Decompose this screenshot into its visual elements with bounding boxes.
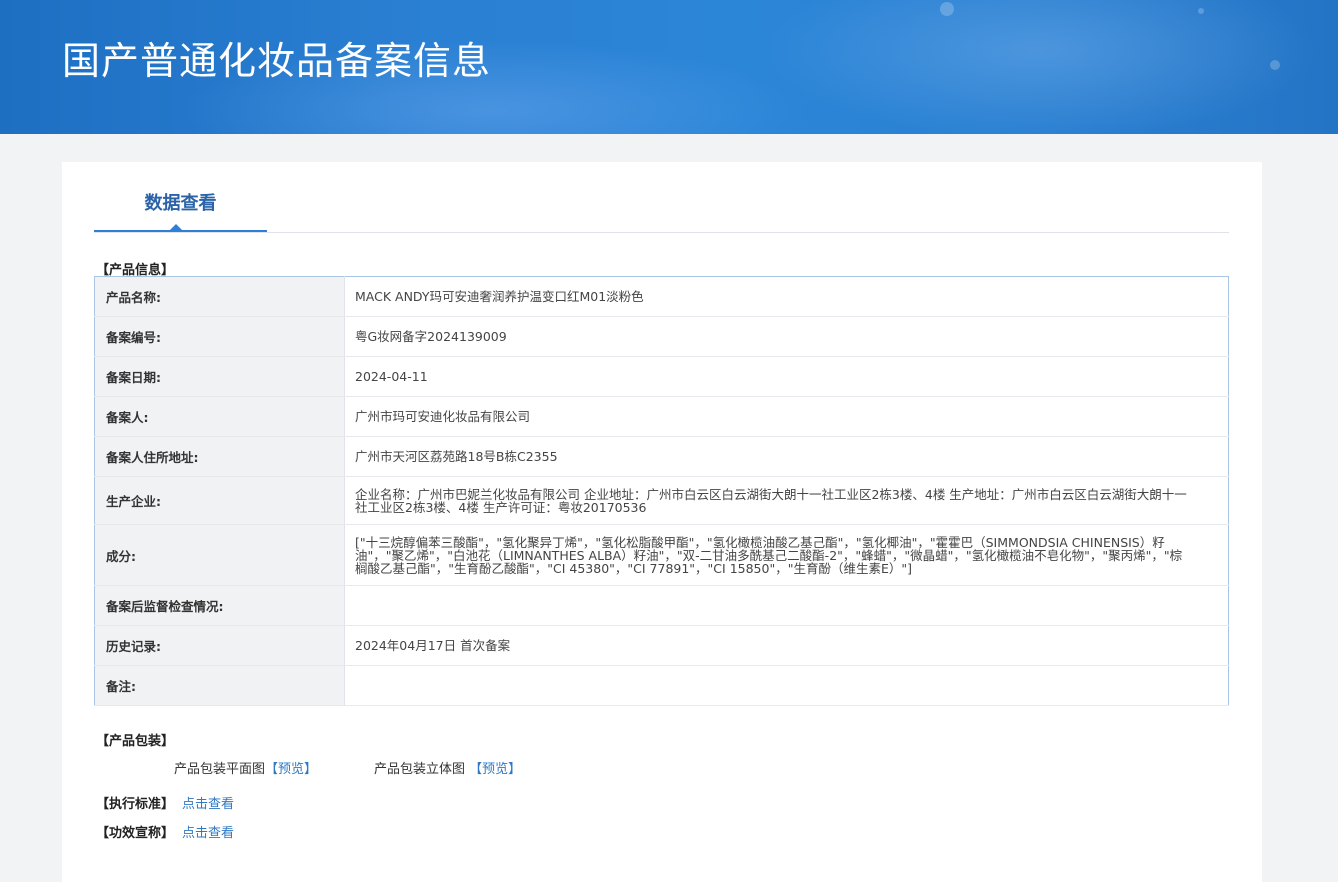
table-row: 备案编号: 粤G妆网备字2024139009 [94, 316, 1229, 357]
packaging-heading: 【产品包装】 [96, 734, 175, 749]
table-row: 备案人: 广州市玛可安迪化妆品有限公司 [94, 396, 1229, 437]
efficacy-row: 【功效宣称】 点击查看 [96, 822, 234, 841]
row-value: MACK ANDY玛可安迪奢润养护温变口红M01淡粉色 [344, 276, 1229, 317]
standard-label: 【执行标准】 [96, 797, 175, 812]
table-row: 备案日期: 2024-04-11 [94, 356, 1229, 397]
efficacy-label: 【功效宣称】 [96, 826, 175, 841]
row-value: 2024-04-11 [344, 356, 1229, 397]
packaging-flat-preview-link[interactable]: 【预览】 [265, 762, 317, 777]
product-info-table: 产品名称: MACK ANDY玛可安迪奢润养护温变口红M01淡粉色 备案编号: … [94, 276, 1229, 706]
packaging-flat: 产品包装平面图【预览】 [174, 758, 317, 777]
packaging-stereo-label: 产品包装立体图 [374, 762, 466, 777]
row-label: 备案日期: [94, 356, 345, 397]
row-value: 广州市玛可安迪化妆品有限公司 [344, 396, 1229, 437]
content-card: 数据查看 【产品信息】 产品名称: MACK ANDY玛可安迪奢润养护温变口红M… [62, 162, 1262, 882]
banner-decoration [760, 0, 1320, 134]
row-value: 企业名称：广州市巴妮兰化妆品有限公司 企业地址：广州市白云区白云湖街大朗十一社工… [344, 476, 1229, 525]
table-row: 历史记录: 2024年04月17日 首次备案 [94, 625, 1229, 666]
row-label: 备案编号: [94, 316, 345, 357]
row-value [344, 665, 1229, 706]
row-value [344, 585, 1229, 626]
standard-view-link[interactable]: 点击查看 [182, 797, 234, 812]
row-value: ["十三烷醇偏苯三酸酯"，"氢化聚异丁烯"，"氢化松脂酸甲酯"，"氢化橄榄油酸乙… [344, 524, 1229, 586]
table-row: 备注: [94, 665, 1229, 706]
packaging-stereo-preview-link[interactable]: 【预览】 [469, 762, 521, 777]
caret-up-icon [170, 224, 182, 230]
banner-decoration [940, 2, 954, 16]
row-value: 粤G妆网备字2024139009 [344, 316, 1229, 357]
row-label: 生产企业: [94, 476, 345, 525]
row-label: 产品名称: [94, 276, 345, 317]
table-row: 成分: ["十三烷醇偏苯三酸酯"，"氢化聚异丁烯"，"氢化松脂酸甲酯"，"氢化橄… [94, 524, 1229, 586]
banner-decoration [1198, 8, 1204, 14]
table-row: 产品名称: MACK ANDY玛可安迪奢润养护温变口红M01淡粉色 [94, 276, 1229, 317]
table-row: 备案人住所地址: 广州市天河区荔苑路18号B栋C2355 [94, 436, 1229, 477]
packaging-flat-label: 产品包装平面图 [174, 762, 266, 777]
standard-row: 【执行标准】 点击查看 [96, 793, 234, 812]
header-banner: 国产普通化妆品备案信息 [0, 0, 1338, 134]
table-row: 备案后监督检查情况: [94, 585, 1229, 626]
tab-data-view[interactable]: 数据查看 [94, 162, 267, 232]
tab-label: 数据查看 [144, 193, 217, 214]
row-label: 备案人住所地址: [94, 436, 345, 477]
efficacy-view-link[interactable]: 点击查看 [182, 826, 234, 841]
row-value: 广州市天河区荔苑路18号B栋C2355 [344, 436, 1229, 477]
page-title: 国产普通化妆品备案信息 [62, 39, 492, 83]
banner-decoration [1270, 60, 1280, 70]
row-label: 备注: [94, 665, 345, 706]
packaging-stereo: 产品包装立体图 【预览】 [374, 758, 521, 777]
table-row: 生产企业: 企业名称：广州市巴妮兰化妆品有限公司 企业地址：广州市白云区白云湖街… [94, 476, 1229, 525]
row-label: 备案后监督检查情况: [94, 585, 345, 626]
row-label: 历史记录: [94, 625, 345, 666]
tab-bar: 数据查看 [94, 162, 1229, 233]
row-value: 2024年04月17日 首次备案 [344, 625, 1229, 666]
row-label: 备案人: [94, 396, 345, 437]
row-label: 成分: [94, 524, 345, 586]
